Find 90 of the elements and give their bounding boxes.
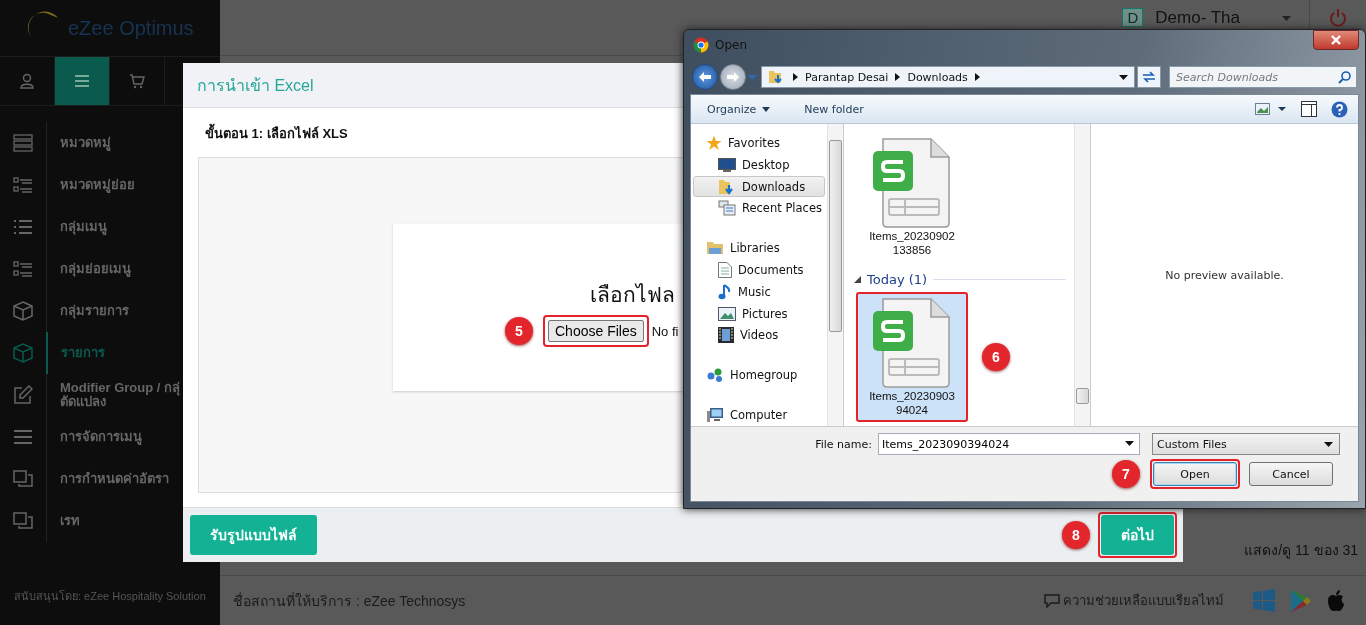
- monitor-icon: [718, 157, 736, 172]
- step-badge: 7: [1112, 460, 1140, 488]
- scrollbar[interactable]: [827, 124, 843, 426]
- nav-item[interactable]: Recent Places: [693, 197, 825, 220]
- user-avatar: D: [1122, 8, 1144, 27]
- nav-item[interactable]: Desktop: [693, 153, 825, 176]
- pagination-text: แสดง/ดู 11 ของ 31: [1244, 541, 1358, 561]
- back-button[interactable]: [692, 64, 718, 90]
- spreadsheet-file-icon: [873, 137, 951, 229]
- nav-item[interactable]: Documents: [693, 259, 825, 281]
- dialog-title: การนำเข้า Excel: [197, 75, 314, 96]
- file-status: No fi: [651, 323, 679, 339]
- collapse-icon[interactable]: [854, 275, 861, 283]
- forward-button[interactable]: [720, 64, 746, 90]
- file-type-dropdown[interactable]: Custom Files: [1152, 433, 1340, 455]
- window-title: Open: [715, 38, 749, 52]
- search-field[interactable]: Search Downloads: [1169, 66, 1357, 88]
- open-button[interactable]: Open: [1153, 462, 1237, 486]
- logo-text: eZee Optimus: [68, 16, 194, 40]
- caret-icon[interactable]: [1125, 441, 1134, 446]
- choose-files-button[interactable]: Choose Files: [548, 320, 644, 342]
- star-icon: [706, 134, 722, 151]
- file-name-label: File name:: [815, 437, 872, 451]
- file-item[interactable]: Items_2023090394024: [856, 292, 968, 422]
- preview-message: No preview available.: [1165, 268, 1284, 282]
- music-note-icon: [718, 283, 732, 300]
- apple-icon[interactable]: [1326, 588, 1346, 613]
- recent-places-icon: [718, 200, 736, 217]
- powered-by-text: สนับสนุนโดย: eZee Hospitality Solution: [13, 589, 207, 605]
- refresh-button[interactable]: [1137, 66, 1161, 88]
- cancel-button[interactable]: Cancel: [1249, 462, 1333, 486]
- box-icon: [13, 343, 33, 363]
- menu-icon: [13, 429, 33, 445]
- toolbar-button[interactable]: Organize: [701, 100, 777, 118]
- forward-arrow-icon: [726, 71, 740, 83]
- refresh-icon: [1141, 70, 1157, 84]
- film-icon: [718, 327, 734, 344]
- pictures-icon: [718, 306, 736, 321]
- nav-item[interactable]: Libraries: [693, 237, 825, 260]
- copy-icon: [13, 512, 33, 530]
- file-item[interactable]: Items_20230902133856: [856, 132, 968, 262]
- step-badge: 8: [1062, 521, 1090, 549]
- scrollbar[interactable]: [1074, 124, 1090, 426]
- nav-item[interactable]: Pictures: [693, 302, 825, 325]
- chevron-icon: [974, 73, 980, 81]
- nav-item[interactable]: Favorites: [693, 132, 825, 154]
- close-icon: [1330, 35, 1342, 45]
- menu-icon: [74, 74, 90, 88]
- edit-icon: [13, 385, 33, 405]
- caret-icon: [1119, 74, 1128, 80]
- chat-icon: [1044, 593, 1060, 608]
- cart-icon: [129, 73, 145, 89]
- chevron-icon: [793, 73, 798, 81]
- close-button[interactable]: [1313, 30, 1359, 50]
- folder-icon: [706, 240, 724, 257]
- folder-icon: [718, 178, 736, 195]
- address-bar[interactable]: Parantap Desai Downloads: [761, 66, 1135, 88]
- document-icon: [718, 261, 732, 278]
- copy-icon: [13, 470, 33, 488]
- nav-item[interactable]: Computer: [693, 404, 825, 426]
- spreadsheet-file-icon: [873, 297, 951, 389]
- network-icon: [706, 367, 724, 384]
- venue-text: ชื่อสถานที่ให้บริการ : eZee Technosys: [233, 591, 467, 611]
- step-badge: 5: [505, 317, 533, 345]
- nav-item[interactable]: Videos: [693, 324, 825, 347]
- menu-tab[interactable]: [55, 57, 110, 105]
- nav-item[interactable]: Homegroup: [693, 364, 825, 387]
- play-store-icon[interactable]: [1290, 588, 1312, 613]
- list-icon: [13, 219, 33, 235]
- rows-icon: [13, 134, 33, 152]
- view-icon[interactable]: [1255, 102, 1287, 116]
- computer-icon: [706, 407, 724, 424]
- caret-icon: [1324, 441, 1333, 447]
- step-badge: 6: [982, 343, 1010, 371]
- user-icon: [19, 73, 35, 89]
- preview-pane-icon[interactable]: [1301, 101, 1317, 117]
- list-icon: [13, 177, 33, 193]
- search-icon[interactable]: [1338, 71, 1351, 84]
- nav-item[interactable]: Downloads: [693, 175, 825, 198]
- box-icon: [13, 301, 33, 321]
- group-header[interactable]: Today (1): [867, 271, 928, 287]
- file-name-field[interactable]: Items_2023090394024: [878, 433, 1140, 455]
- chevron-icon: [895, 73, 901, 81]
- toolbar-button[interactable]: New folder: [798, 100, 870, 118]
- back-arrow-icon: [698, 71, 712, 83]
- browser-icon: [693, 37, 709, 53]
- help-icon[interactable]: [1331, 100, 1348, 118]
- nav-item[interactable]: Music: [693, 280, 825, 303]
- upload-heading: เลือกไฟล: [590, 283, 675, 307]
- list-icon: [13, 261, 33, 277]
